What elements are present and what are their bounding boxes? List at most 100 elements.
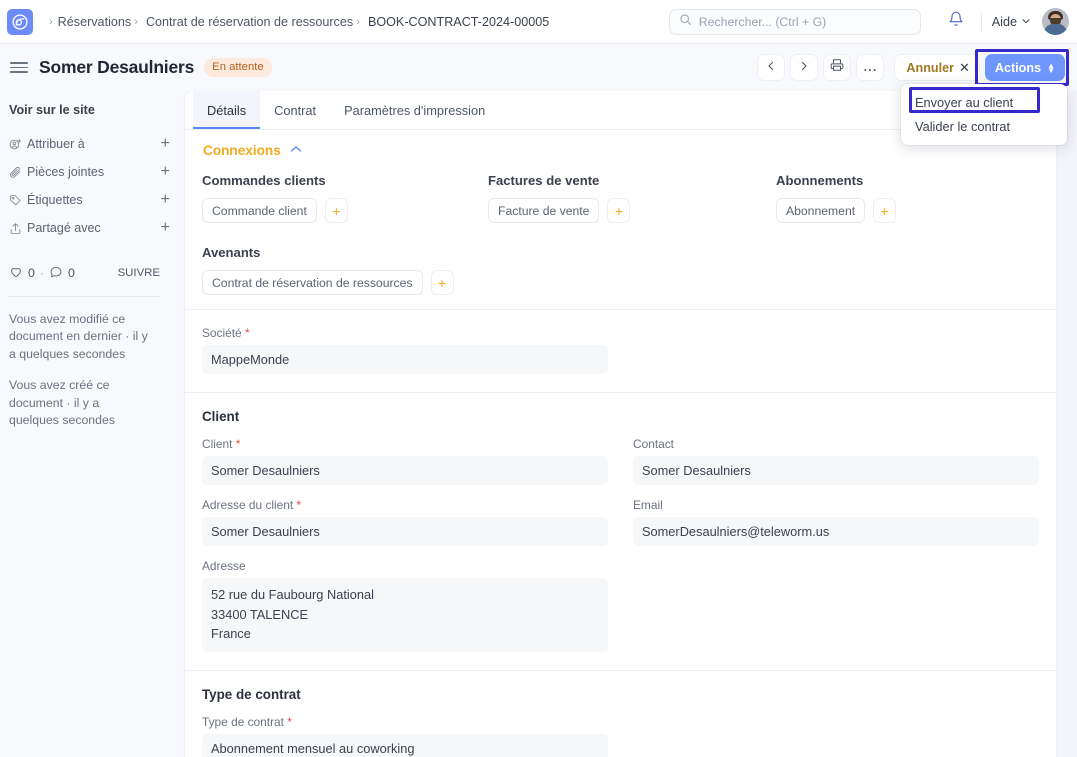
client-right-col: Contact Somer Desaulniers Email SomerDes… xyxy=(633,437,1039,652)
required-marker: * xyxy=(236,437,241,451)
chevron-up-icon[interactable] xyxy=(290,144,302,156)
add-commande-client-button[interactable]: + xyxy=(325,198,348,223)
left-sidebar: Voir sur le site Attribuer à + Pièces jo… xyxy=(0,91,184,757)
tab-contrat[interactable]: Contrat xyxy=(260,91,330,129)
plus-icon[interactable]: + xyxy=(161,164,172,180)
field-value-type-de-contrat[interactable]: Abonnement mensuel au coworking xyxy=(202,734,608,757)
field-value-email[interactable]: SomerDesaulniers@teleworm.us xyxy=(633,517,1039,546)
view-on-site-link[interactable]: Voir sur le site xyxy=(9,103,172,117)
avatar[interactable] xyxy=(1042,8,1069,35)
section-client: Client Client * Somer Desaulniers Adress… xyxy=(185,393,1056,671)
field-client: Client * Somer Desaulniers xyxy=(202,437,608,485)
breadcrumb-separator-icon: › xyxy=(131,16,141,28)
next-button[interactable] xyxy=(790,54,818,81)
chip-row: Commande client + xyxy=(202,198,488,223)
connexions-col-commandes: Commandes clients Commande client + xyxy=(202,173,488,223)
plus-icon[interactable]: + xyxy=(161,220,172,236)
heart-icon[interactable] xyxy=(9,265,23,282)
activity-note-created: Vous avez créé ce document · il y a quel… xyxy=(9,377,172,429)
comment-icon[interactable] xyxy=(49,265,63,282)
field-label: Contact xyxy=(633,437,1039,451)
connexions-header[interactable]: Connexions xyxy=(202,143,1039,158)
menu-item-valider-le-contrat[interactable]: Valider le contrat xyxy=(901,114,1067,138)
actions-label: Actions xyxy=(995,61,1041,75)
breadcrumb-item-0[interactable]: Réservations xyxy=(58,15,132,29)
col-title: Avenants xyxy=(202,245,1039,260)
add-abonnement-button[interactable]: + xyxy=(873,198,896,223)
breadcrumb-item-2[interactable]: BOOK-CONTRACT-2024-00005 xyxy=(368,15,549,29)
field-value-adresse[interactable]: 52 rue du Faubourg National 33400 TALENC… xyxy=(202,578,608,652)
chip-abonnement[interactable]: Abonnement xyxy=(776,198,865,223)
more-options-button[interactable] xyxy=(856,54,884,81)
field-label: Email xyxy=(633,498,1039,512)
plus-icon[interactable]: + xyxy=(161,136,172,152)
field-value-societe[interactable]: MappeMonde xyxy=(202,345,608,374)
section-title-type-de-contrat: Type de contrat xyxy=(202,687,1039,702)
sidebar-item-pieces-jointes[interactable]: Pièces jointes + xyxy=(9,158,172,186)
sidebar-label: Étiquettes xyxy=(27,193,83,207)
field-label: Adresse du client * xyxy=(202,498,608,512)
menu-item-envoyer-au-client[interactable]: Envoyer au client xyxy=(901,90,1067,114)
col-title: Commandes clients xyxy=(202,173,488,188)
breadcrumb: › Réservations › Contrat de réservation … xyxy=(49,15,549,29)
chevron-updown-icon: ▲▼ xyxy=(1047,63,1055,73)
help-menu-button[interactable]: Aide xyxy=(992,15,1031,29)
like-count: 0 xyxy=(28,266,35,280)
tab-details[interactable]: Détails xyxy=(193,91,260,129)
navbar-right-group: Rechercher... (Ctrl + G) Aide xyxy=(669,7,1077,37)
breadcrumb-item-1[interactable]: Contrat de réservation de ressources xyxy=(146,15,353,29)
field-adresse-du-client: Adresse du client * Somer Desaulniers xyxy=(202,498,608,546)
required-marker: * xyxy=(245,326,250,340)
actions-button[interactable]: Actions ▲▼ xyxy=(985,54,1065,81)
follow-button[interactable]: SUIVRE xyxy=(118,267,172,279)
required-marker: * xyxy=(297,498,302,512)
tab-parametres-impression[interactable]: Paramètres d'impression xyxy=(330,91,499,129)
cancel-label: Annuler xyxy=(906,61,954,75)
connexions-grid: Commandes clients Commande client + Fact… xyxy=(202,173,1039,223)
chip-contrat-reservation-ressources[interactable]: Contrat de réservation de ressources xyxy=(202,270,423,295)
sidebar-item-etiquettes[interactable]: Étiquettes + xyxy=(9,186,172,214)
brand-logo-icon[interactable] xyxy=(7,9,33,35)
chip-commande-client[interactable]: Commande client xyxy=(202,198,317,223)
field-value-contact[interactable]: Somer Desaulniers xyxy=(633,456,1039,485)
client-left-col: Client * Somer Desaulniers Adresse du cl… xyxy=(202,437,608,652)
sidebar-item-attribuer-a[interactable]: Attribuer à + xyxy=(9,130,172,158)
required-marker: * xyxy=(287,715,292,729)
field-email: Email SomerDesaulniers@teleworm.us xyxy=(633,498,1039,546)
assign-user-icon xyxy=(9,138,27,151)
status-badge: En attente xyxy=(204,58,272,77)
cancel-button[interactable]: Annuler ✕ xyxy=(894,54,979,81)
field-label: Société * xyxy=(202,326,608,340)
previous-button[interactable] xyxy=(757,54,785,81)
actions-dropdown-menu: Envoyer au client Valider le contrat xyxy=(901,84,1067,145)
main-content-card: Détails Contrat Paramètres d'impression … xyxy=(185,91,1056,757)
societe-grid: Société * MappeMonde xyxy=(202,326,1039,374)
connexions-title: Connexions xyxy=(203,143,281,158)
field-value-client[interactable]: Somer Desaulniers xyxy=(202,456,608,485)
print-button[interactable] xyxy=(823,54,851,81)
sidebar-label: Pièces jointes xyxy=(27,165,104,179)
search-input[interactable]: Rechercher... (Ctrl + G) xyxy=(669,9,921,35)
add-avenant-button[interactable]: + xyxy=(431,270,454,295)
section-type-de-contrat: Type de contrat Type de contrat * Abonne… xyxy=(185,671,1056,757)
close-icon: ✕ xyxy=(959,60,970,76)
notifications-button[interactable] xyxy=(941,7,971,37)
field-label: Client * xyxy=(202,437,608,451)
field-adresse: Adresse 52 rue du Faubourg National 3340… xyxy=(202,559,608,652)
social-row: 0 · 0 SUIVRE xyxy=(9,262,172,284)
chip-facture-de-vente[interactable]: Facture de vente xyxy=(488,198,599,223)
add-facture-de-vente-button[interactable]: + xyxy=(607,198,630,223)
breadcrumb-separator-icon: › xyxy=(49,16,53,28)
label-text: Client xyxy=(202,437,232,451)
sidebar-toggle-icon[interactable] xyxy=(10,62,28,73)
chevron-left-icon xyxy=(765,59,777,77)
sidebar-item-partage-avec[interactable]: Partagé avec + xyxy=(9,214,172,242)
field-value-adresse-du-client[interactable]: Somer Desaulniers xyxy=(202,517,608,546)
label-text: Adresse du client xyxy=(202,498,293,512)
breadcrumb-separator-icon: › xyxy=(353,16,363,28)
app-root: › Réservations › Contrat de réservation … xyxy=(0,0,1077,757)
bell-icon xyxy=(948,11,964,32)
chip-row: Abonnement + xyxy=(776,198,1039,223)
comment-count: 0 xyxy=(68,266,75,280)
plus-icon[interactable]: + xyxy=(161,192,172,208)
